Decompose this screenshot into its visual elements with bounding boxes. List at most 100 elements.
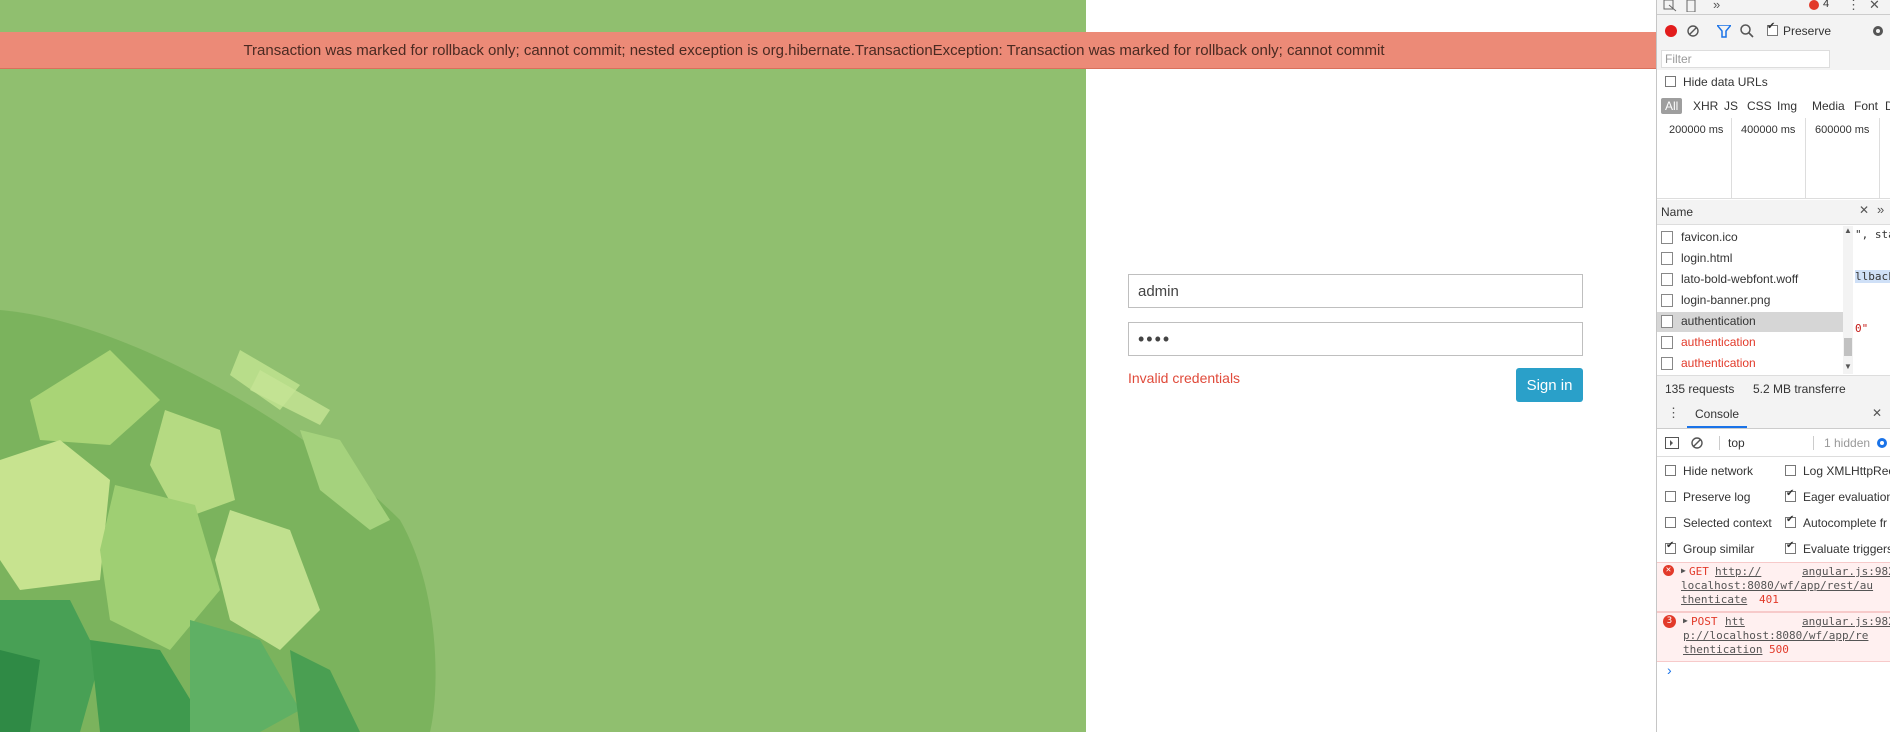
request-row[interactable]: login.html [1661,249,1841,269]
requests-count: 135 requests [1665,382,1735,396]
preserve-log-label: Preserve [1783,24,1832,38]
request-row-selected[interactable]: authentication [1657,312,1845,332]
hide-data-urls-label: Hide data URLs [1683,75,1768,89]
error-count: 4 [1823,0,1830,10]
hidden-count: 1 hidden [1813,436,1870,450]
timeline-gridline [1805,118,1806,198]
network-overview-timeline[interactable]: 200000 ms 400000 ms 600000 ms [1657,118,1890,199]
filter-row: Filter [1657,48,1890,70]
record-icon[interactable] [1665,25,1677,37]
scroll-up-icon[interactable]: ▲ [1844,226,1852,235]
type-filter-css[interactable]: CSS [1747,99,1772,113]
console-prompt[interactable]: › [1667,662,1672,678]
log-url-link[interactable]: http:// [1715,565,1761,578]
close-devtools-icon[interactable]: ✕ [1869,0,1880,13]
option-hide-network[interactable]: Hide network [1665,464,1753,478]
option-eager-evaluation[interactable]: Eager evaluation [1785,488,1890,504]
request-name: login-banner.png [1681,293,1771,307]
settings-gear-icon[interactable] [1871,24,1885,38]
close-preview-icon[interactable]: ✕ [1859,203,1869,217]
log-source-link[interactable]: angular.js:9827 [1802,615,1890,628]
drawer-tabs: ⋮ Console ✕ [1657,402,1890,429]
password-field[interactable]: •••• [1128,322,1583,356]
drawer-menu-icon[interactable]: ⋮ [1667,405,1680,421]
checkbox-checked[interactable] [1785,488,1796,502]
filter-icon[interactable] [1717,25,1731,38]
log-url-link[interactable]: thenticate [1681,593,1747,606]
log-source-link[interactable]: angular.js:9827 [1802,565,1890,578]
hide-data-urls-checkbox[interactable] [1665,76,1676,87]
invalid-credentials-message: Invalid credentials [1128,370,1241,386]
request-row[interactable]: lato-bold-webfont.woff [1661,270,1841,290]
type-filter-all[interactable]: All [1661,98,1683,114]
request-row[interactable]: login-banner.png [1661,291,1841,311]
requests-scrollbar[interactable]: ▲ ▼ [1843,226,1853,374]
clear-icon[interactable] [1687,25,1699,37]
hide-data-urls-option[interactable]: Hide data URLs [1665,75,1768,89]
option-preserve-log[interactable]: Preserve log [1665,490,1750,504]
search-icon[interactable] [1740,24,1754,38]
option-evaluate-triggers[interactable]: Evaluate triggers [1785,540,1890,556]
username-field[interactable]: admin [1128,274,1583,308]
more-tabs-icon[interactable]: » [1713,0,1720,12]
type-filter-img[interactable]: Img [1777,99,1797,113]
more-preview-tabs-icon[interactable]: » [1877,202,1884,217]
console-toolbar: top 1 hidden [1657,430,1890,457]
type-filter-xhr[interactable]: XHR [1693,99,1718,113]
error-count-icon[interactable] [1809,0,1819,10]
type-filter-js[interactable]: JS [1724,99,1738,113]
checkbox[interactable] [1665,517,1676,528]
option-autocomplete[interactable]: Autocomplete fr [1785,514,1888,530]
close-drawer-icon[interactable]: ✕ [1872,406,1882,420]
device-toolbar-icon[interactable] [1685,0,1697,12]
checkbox[interactable] [1665,465,1676,476]
checkbox[interactable] [1665,491,1676,502]
option-label: Selected context [1683,516,1772,530]
kebab-menu-icon[interactable]: ⋮ [1847,0,1860,13]
checkbox-checked[interactable] [1785,540,1796,554]
type-filter-font[interactable]: Font [1854,99,1878,113]
console-error-entry: 3 ▶ POST htt angular.js:9827 p://localho… [1657,612,1890,662]
request-name: authentication [1681,314,1756,328]
inspect-element-icon[interactable] [1663,0,1677,12]
filter-input[interactable]: Filter [1661,50,1830,68]
expand-triangle-icon[interactable]: ▶ [1681,566,1686,575]
option-group-similar[interactable]: Group similar [1665,540,1755,556]
type-filter-media[interactable]: Media [1812,99,1845,113]
console-settings-gear-icon[interactable] [1875,436,1889,450]
preview-line-highlight: llback [1855,270,1890,283]
log-url-link[interactable]: localhost:8080/wf/app/rest/au [1681,579,1873,592]
expand-triangle-icon[interactable]: ▶ [1683,616,1688,625]
scroll-down-icon[interactable]: ▼ [1844,362,1852,371]
checkbox[interactable] [1785,465,1796,476]
option-label: Group similar [1683,542,1755,556]
clear-console-icon[interactable] [1691,437,1703,449]
log-url-link[interactable]: p://localhost:8080/wf/app/re [1683,629,1868,642]
checkbox-checked[interactable] [1665,540,1676,554]
type-filter-doc[interactable]: D [1885,99,1890,113]
log-url-link[interactable]: thentication [1683,643,1762,656]
hide-data-urls-row: Hide data URLs [1657,72,1890,92]
request-row-error[interactable]: authentication [1661,333,1841,353]
tab-console[interactable]: Console [1687,407,1748,428]
file-icon [1661,315,1673,328]
preserve-checkmark-icon: ✔ [1767,21,1776,32]
scroll-thumb[interactable] [1844,338,1852,356]
repeat-count-badge: 3 [1663,615,1676,628]
log-url-link[interactable]: htt [1725,615,1745,628]
context-selector[interactable]: top [1719,436,1745,450]
sidebar-toggle-icon[interactable] [1665,437,1679,449]
request-name: authentication [1681,356,1756,370]
name-column-header[interactable]: Name [1661,205,1693,219]
error-banner: Transaction was marked for rollback only… [0,32,1656,69]
option-log-xmlhttprequests[interactable]: Log XMLHttpRec [1785,464,1890,478]
network-status-bar: 135 requests 5.2 MB transferre [1657,375,1890,403]
file-icon [1661,357,1673,370]
checkbox-checked[interactable] [1785,514,1796,528]
option-label: Autocomplete fr [1803,516,1888,530]
request-row[interactable]: favicon.ico [1661,228,1841,248]
sign-in-button[interactable]: Sign in [1516,368,1583,402]
option-selected-context[interactable]: Selected context [1665,516,1772,530]
request-name: favicon.ico [1681,230,1738,244]
request-row-error[interactable]: authentication [1661,354,1841,374]
